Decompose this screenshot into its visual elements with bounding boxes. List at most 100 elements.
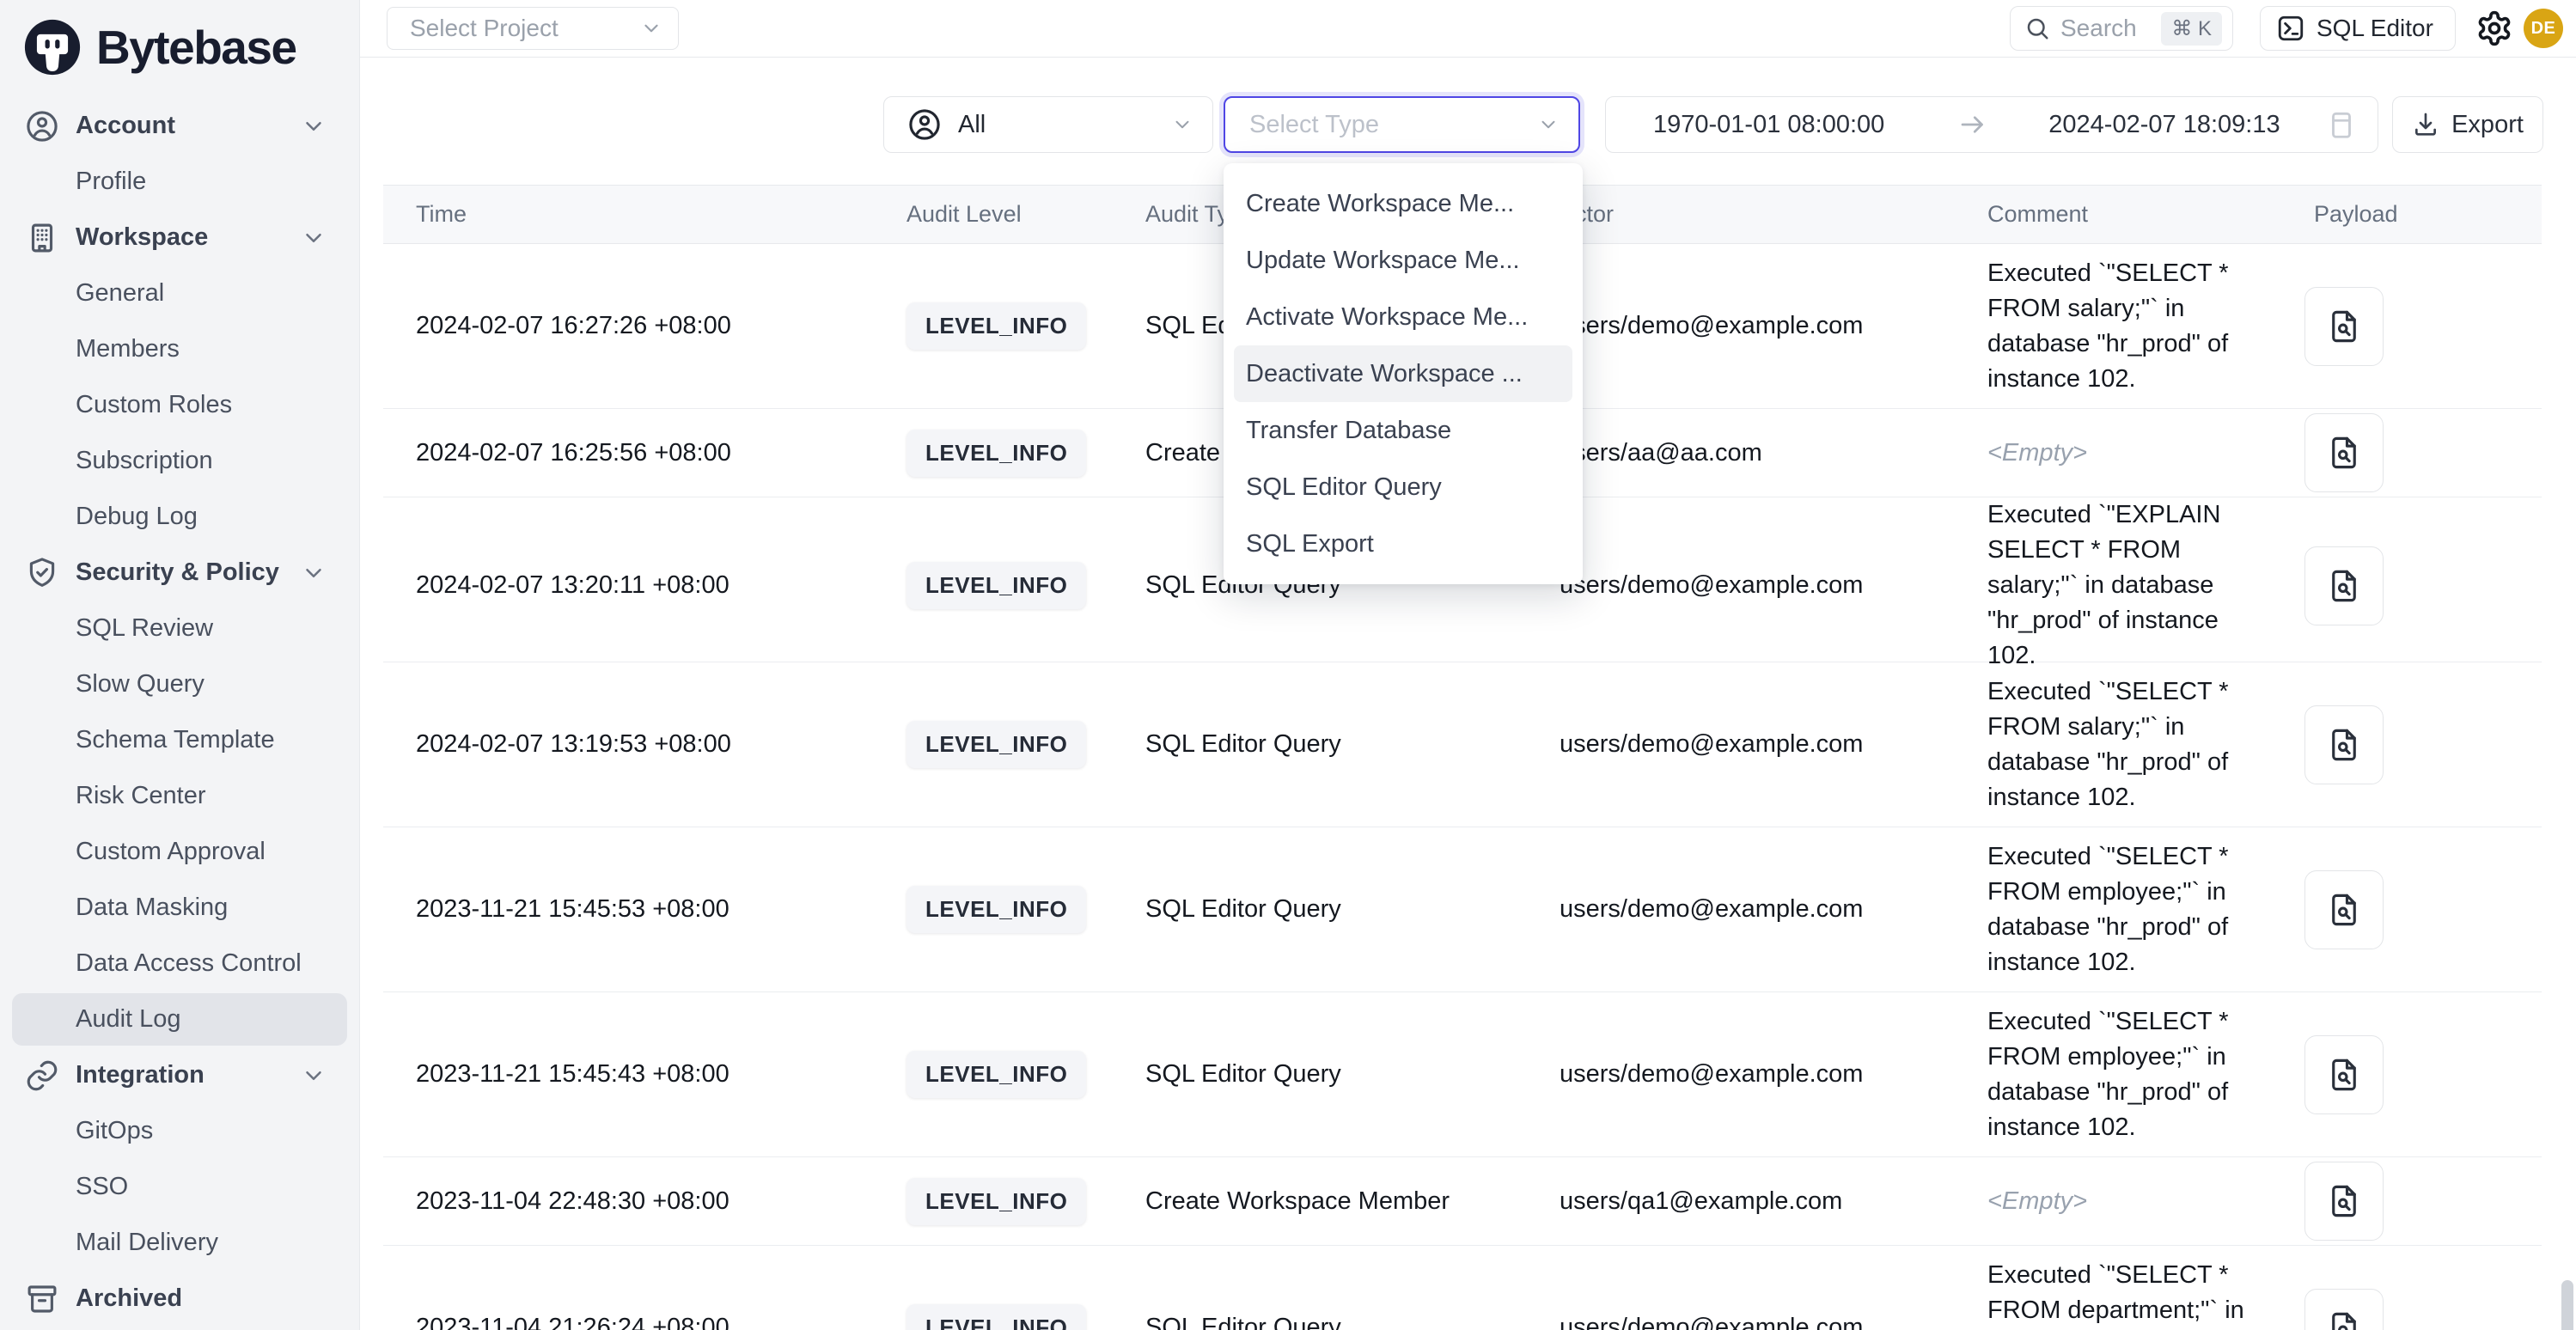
- sidebar-item-members[interactable]: Members: [0, 321, 359, 377]
- view-payload-button[interactable]: [2304, 1289, 2384, 1330]
- cell-audit-level: LEVEL_INFO: [874, 562, 1113, 609]
- cell-audit-type: Create Workspace Member: [1113, 1187, 1527, 1216]
- search-shortcut-badge: ⌘ K: [2161, 12, 2222, 46]
- sidebar-item-gitops[interactable]: GitOps: [0, 1103, 359, 1159]
- export-button[interactable]: Export: [2392, 96, 2543, 153]
- level-badge: LEVEL_INFO: [906, 1304, 1086, 1330]
- chevron-down-icon: [1537, 113, 1560, 136]
- sidebar-item-slow-query[interactable]: Slow Query: [0, 656, 359, 712]
- cell-actor: users/qa1@example.com: [1527, 1187, 1955, 1216]
- view-payload-button[interactable]: [2304, 287, 2384, 366]
- date-range-picker[interactable]: 1970-01-01 08:00:00 2024-02-07 18:09:13: [1605, 96, 2378, 153]
- cell-actor: users/demo@example.com: [1527, 1314, 1955, 1330]
- cell-actor: users/demo@example.com: [1527, 571, 1955, 600]
- sidebar-item-custom-approval[interactable]: Custom Approval: [0, 824, 359, 880]
- type-option-activate-workspace-me[interactable]: Activate Workspace Me...: [1234, 289, 1572, 345]
- cell-comment: Executed `"SELECT * FROM salary;"` in da…: [1955, 674, 2281, 815]
- cell-audit-type: SQL Editor Query: [1113, 730, 1527, 759]
- sidebar-item-profile[interactable]: Profile: [0, 154, 359, 210]
- view-payload-button[interactable]: [2304, 705, 2384, 784]
- cell-audit-level: LEVEL_INFO: [874, 1051, 1113, 1098]
- sidebar-item-general[interactable]: General: [0, 265, 359, 321]
- audit-log-row: 2024-02-07 13:19:53 +08:00LEVEL_INFOSQL …: [383, 662, 2542, 827]
- file-search-icon: [2326, 892, 2362, 928]
- sidebar-item-security-policy[interactable]: Security & Policy: [0, 545, 359, 601]
- type-option-create-workspace-me[interactable]: Create Workspace Me...: [1234, 175, 1572, 232]
- sidebar-item-label: SSO: [76, 1173, 128, 1201]
- sidebar-item-risk-center[interactable]: Risk Center: [0, 768, 359, 824]
- sidebar-item-data-access-control[interactable]: Data Access Control: [0, 936, 359, 991]
- type-option-sql-export[interactable]: SQL Export: [1234, 516, 1572, 572]
- sidebar-nav: AccountProfileWorkspaceGeneralMembersCus…: [0, 98, 359, 1327]
- search-placeholder: Search: [2060, 15, 2151, 42]
- sidebar-item-label: Account: [76, 112, 175, 140]
- type-option-update-workspace-me[interactable]: Update Workspace Me...: [1234, 232, 1572, 289]
- sidebar-item-integration[interactable]: Integration: [0, 1047, 359, 1103]
- cell-payload: [2281, 1289, 2542, 1330]
- type-filter-select[interactable]: Select Type: [1224, 96, 1580, 153]
- export-label: Export: [2451, 111, 2524, 139]
- cell-comment: Executed `"SELECT * FROM employee;"` in …: [1955, 839, 2281, 980]
- download-icon: [2412, 111, 2439, 138]
- sidebar-item-sql-review[interactable]: SQL Review: [0, 601, 359, 656]
- sidebar-item-sso[interactable]: SSO: [0, 1159, 359, 1215]
- chevron-down-icon: [301, 560, 327, 586]
- sidebar-item-label: General: [76, 279, 164, 308]
- sidebar-item-archived[interactable]: Archived: [0, 1271, 359, 1327]
- project-select[interactable]: Select Project: [387, 7, 679, 50]
- chevron-down-icon: [301, 225, 327, 251]
- sidebar-item-audit-log[interactable]: Audit Log: [0, 991, 359, 1047]
- sidebar-item-label: Data Access Control: [76, 949, 302, 978]
- search-input[interactable]: Search ⌘ K: [2010, 6, 2233, 51]
- cell-audit-level: LEVEL_INFO: [874, 1304, 1113, 1330]
- cell-audit-level: LEVEL_INFO: [874, 1178, 1113, 1225]
- topbar: Select Project Search ⌘ K SQL Editor DE: [360, 0, 2576, 58]
- sidebar-item-account[interactable]: Account: [0, 98, 359, 154]
- brand-name: Bytebase: [96, 20, 296, 75]
- cell-comment: Executed `"EXPLAIN SELECT * FROM salary;…: [1955, 497, 2281, 674]
- view-payload-button[interactable]: [2304, 1035, 2384, 1114]
- level-badge: LEVEL_INFO: [906, 1178, 1086, 1225]
- file-search-icon: [2326, 568, 2362, 604]
- sidebar-item-label: Mail Delivery: [76, 1229, 218, 1257]
- column-header-payload: Payload: [2281, 201, 2542, 228]
- column-header-time: Time: [383, 201, 874, 228]
- bytebase-logo-icon: [22, 17, 82, 77]
- cell-payload: [2281, 1162, 2542, 1241]
- view-payload-button[interactable]: [2304, 870, 2384, 949]
- view-payload-button[interactable]: [2304, 413, 2384, 492]
- user-avatar[interactable]: DE: [2524, 9, 2563, 48]
- sidebar-item-label: Subscription: [76, 447, 213, 475]
- cell-audit-type: SQL Editor Query: [1113, 1060, 1527, 1089]
- sql-editor-label: SQL Editor: [2317, 15, 2433, 42]
- sidebar-item-subscription[interactable]: Subscription: [0, 433, 359, 489]
- sidebar-item-label: Workspace: [76, 223, 208, 252]
- type-option-sql-editor-query[interactable]: SQL Editor Query: [1234, 459, 1572, 516]
- column-header-actor: Actor: [1527, 201, 1955, 228]
- brand-logo[interactable]: Bytebase: [0, 0, 359, 82]
- sidebar-item-schema-template[interactable]: Schema Template: [0, 712, 359, 768]
- sidebar-item-debug-log[interactable]: Debug Log: [0, 489, 359, 545]
- sidebar-item-workspace[interactable]: Workspace: [0, 210, 359, 265]
- link-icon: [24, 1058, 60, 1094]
- terminal-icon: [2276, 14, 2305, 43]
- view-payload-button[interactable]: [2304, 1162, 2384, 1241]
- sidebar-item-custom-roles[interactable]: Custom Roles: [0, 377, 359, 433]
- view-payload-button[interactable]: [2304, 546, 2384, 625]
- type-option-deactivate-workspace[interactable]: Deactivate Workspace ...: [1234, 345, 1572, 402]
- cell-payload: [2281, 413, 2542, 492]
- settings-gear-icon[interactable]: [2475, 9, 2513, 47]
- type-option-transfer-database[interactable]: Transfer Database: [1234, 402, 1572, 459]
- sidebar-item-data-masking[interactable]: Data Masking: [0, 880, 359, 936]
- actor-filter-select[interactable]: All: [883, 96, 1213, 153]
- cell-comment: Executed `"SELECT * FROM employee;"` in …: [1955, 1004, 2281, 1145]
- cell-actor: users/demo@example.com: [1527, 730, 1955, 759]
- cell-payload: [2281, 705, 2542, 784]
- cell-payload: [2281, 546, 2542, 625]
- chevron-down-icon: [301, 1063, 327, 1089]
- type-filter-placeholder: Select Type: [1249, 111, 1537, 139]
- sidebar-item-mail-delivery[interactable]: Mail Delivery: [0, 1215, 359, 1271]
- user-circle-icon: [906, 107, 943, 143]
- vertical-scrollbar[interactable]: [2561, 1280, 2573, 1330]
- sql-editor-button[interactable]: SQL Editor: [2260, 6, 2456, 51]
